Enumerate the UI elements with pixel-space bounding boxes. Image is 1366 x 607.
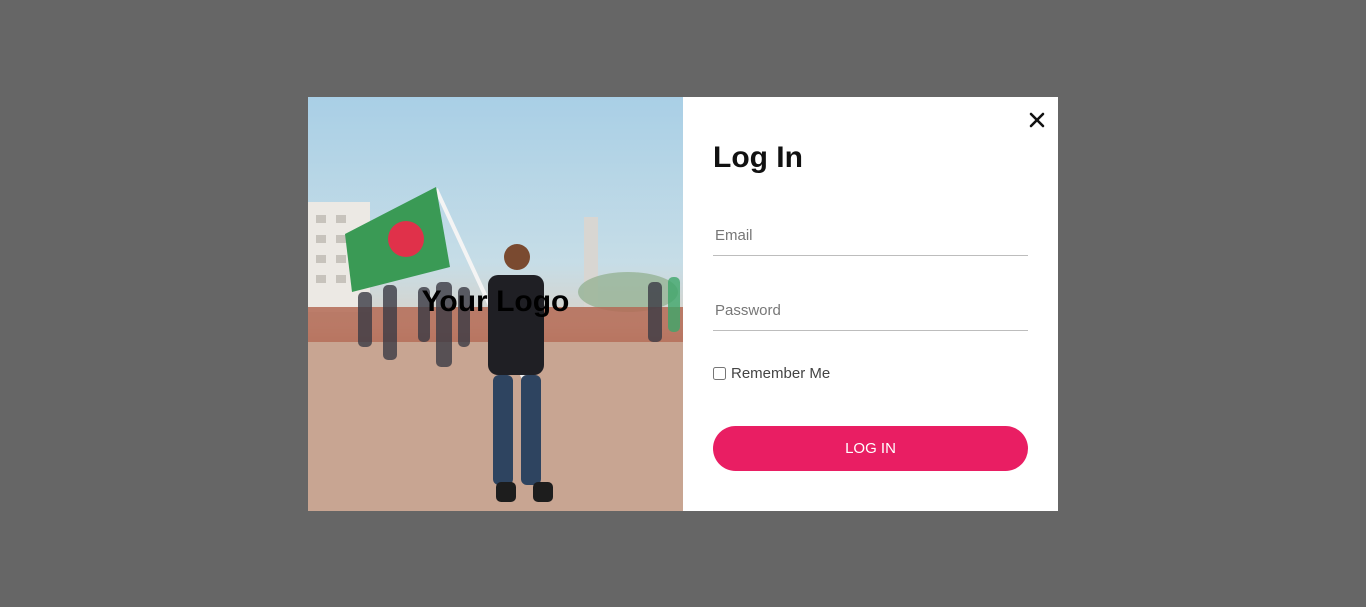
person-shoe-right — [533, 482, 553, 502]
remember-checkbox[interactable] — [713, 367, 726, 380]
person-leg-right — [521, 375, 541, 485]
login-button[interactable]: LOG IN — [713, 426, 1028, 471]
email-field[interactable] — [713, 216, 1028, 256]
person-leg-left — [493, 375, 513, 485]
login-form: Log In Remember Me LOG IN — [683, 97, 1058, 511]
person-shoe-left — [496, 482, 516, 502]
flag-red-disc — [388, 221, 424, 257]
close-icon[interactable] — [1026, 109, 1048, 131]
login-modal: Your Logo Log In Remember Me LOG IN — [308, 97, 1058, 511]
remember-label: Remember Me — [731, 365, 831, 382]
password-field[interactable] — [713, 291, 1028, 331]
logo-text: Your Logo — [421, 285, 570, 318]
remember-me[interactable]: Remember Me — [713, 365, 830, 382]
login-photo: Your Logo — [308, 97, 683, 511]
page-title: Log In — [713, 141, 803, 174]
person-head — [504, 244, 530, 270]
